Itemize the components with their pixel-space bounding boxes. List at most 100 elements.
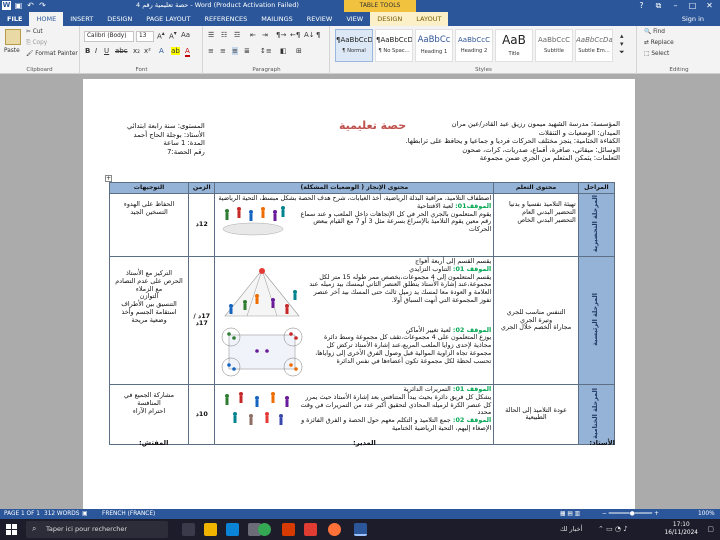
numbering-icon[interactable]: ☷ <box>221 31 227 39</box>
tab-home[interactable]: HOME <box>29 12 64 26</box>
tab-design[interactable]: DESIGN <box>100 12 139 26</box>
table-move-handle-icon[interactable]: + <box>105 175 112 182</box>
borders-icon[interactable]: ⊞ <box>296 47 302 55</box>
close-icon[interactable]: ✕ <box>701 0 718 12</box>
table-row: المرحلة الختامية عودة التلاميذ إلى الحال… <box>108 383 616 445</box>
line-spacing-icon[interactable]: ↕≡ <box>260 47 272 55</box>
tab-table-design[interactable]: DESIGN <box>370 12 410 26</box>
language-status[interactable]: FRENCH (FRANCE) <box>102 509 155 519</box>
situation-title: التمريرات الدائرية <box>403 384 453 393</box>
increase-indent-icon[interactable]: ⇥ <box>262 31 268 39</box>
tab-insert[interactable]: INSERT <box>63 12 100 26</box>
zoom-level[interactable]: 100% <box>698 509 715 519</box>
file-explorer-icon[interactable] <box>204 523 217 536</box>
powerpoint-icon[interactable] <box>282 523 295 536</box>
view-buttons[interactable]: ▦ ▤ ▥ <box>560 509 580 519</box>
document-page[interactable]: المؤسسة: مدرسة الشهيد ميمون رزيق عبد الق… <box>83 79 635 509</box>
domain-line: الميدان: الوضعيات و التنقلات <box>538 128 620 137</box>
style-name: ¶ Normal <box>342 48 366 54</box>
multilevel-list-icon[interactable]: ☲ <box>234 31 240 39</box>
format-painter-label: Format Painter <box>35 51 78 57</box>
undo-icon[interactable]: ↶ <box>26 1 35 10</box>
phase-label: المرحلة الرئيسية <box>591 292 600 346</box>
illustration-corners <box>217 327 307 380</box>
minimize-icon[interactable]: – <box>667 0 684 12</box>
bullets-icon[interactable]: ☰ <box>208 31 214 39</box>
strikethrough-icon[interactable]: abc <box>115 47 128 55</box>
tab-view[interactable]: VIEW <box>339 12 370 26</box>
shrink-font-icon[interactable]: A▾ <box>169 31 177 40</box>
show-marks-icon[interactable]: ¶ <box>316 31 320 39</box>
shading-icon[interactable]: ◧ <box>280 47 287 55</box>
redo-icon[interactable]: ↷ <box>38 1 47 10</box>
save-icon[interactable]: ▣ <box>14 1 23 10</box>
subscript-icon[interactable]: x₂ <box>133 47 140 55</box>
start-icon[interactable] <box>6 524 17 535</box>
style-no-spacing[interactable]: ¶AaBbCcDc ¶ No Spac... <box>375 29 413 62</box>
taskbar-search-input[interactable]: Taper ici pour rechercher <box>26 521 168 538</box>
rtl-icon[interactable]: ←¶ <box>290 31 300 39</box>
paste-button[interactable]: Paste <box>4 48 20 54</box>
copy-button[interactable]: ⎘ Copy <box>26 40 47 47</box>
edge-icon[interactable] <box>226 523 239 536</box>
word-taskbar-icon[interactable] <box>354 523 367 536</box>
font-color-icon[interactable]: A <box>185 47 190 57</box>
paste-icon[interactable] <box>5 29 21 45</box>
word-count[interactable]: 312 WORDS <box>44 509 79 519</box>
ltr-icon[interactable]: ¶→ <box>276 31 286 39</box>
help-icon[interactable]: ? <box>633 0 650 12</box>
learning-cell: تهيئة التلاميذ نفسيا و بدنيا التحضير الب… <box>493 193 579 257</box>
italic-icon[interactable]: I <box>95 47 97 55</box>
align-left-icon[interactable]: ≡ <box>208 47 214 55</box>
ribbon-display-icon[interactable]: ⧉ <box>650 0 667 12</box>
style-subtitle[interactable]: AaBbCcC Subtitle <box>535 29 573 62</box>
align-right-icon[interactable]: ≡ <box>232 47 238 55</box>
underline-icon[interactable]: U <box>104 47 109 55</box>
justify-icon[interactable]: ≣ <box>244 47 250 55</box>
zoom-slider[interactable]: − ━━━━━━●━━━━━ + <box>602 509 659 519</box>
tab-table-layout[interactable]: LAYOUT <box>409 12 449 26</box>
signature-teacher: الأستاذ: <box>589 439 615 447</box>
tray-icons[interactable]: ⌃ ▭ ◔ ♪ <box>598 525 628 533</box>
style-heading-1[interactable]: AaBbCc Heading 1 <box>415 29 453 62</box>
select-button[interactable]: ⬚ Select <box>644 51 669 57</box>
style-normal[interactable]: ¶AaBbCcDc ¶ Normal <box>335 29 373 62</box>
sign-in-link[interactable]: Sign in <box>682 12 704 26</box>
decrease-indent-icon[interactable]: ⇤ <box>250 31 256 39</box>
grow-font-icon[interactable]: A▴ <box>157 31 165 40</box>
app-icon[interactable] <box>304 523 317 536</box>
style-heading-2[interactable]: AaBbCcC Heading 2 <box>455 29 493 62</box>
replace-button[interactable]: ⇄ Replace <box>644 40 674 46</box>
select-label: Select <box>651 51 670 57</box>
style-title[interactable]: AaB Title <box>495 29 533 62</box>
tab-file[interactable]: FILE <box>0 12 30 26</box>
proofing-icon[interactable]: ▣ <box>82 509 87 519</box>
superscript-icon[interactable]: x² <box>144 47 151 55</box>
change-case-icon[interactable]: Aa <box>181 31 190 39</box>
page-count[interactable]: PAGE 1 OF 1 <box>4 509 40 519</box>
maximize-icon[interactable]: □ <box>684 0 701 12</box>
bold-icon[interactable]: B <box>85 47 90 55</box>
style-subtle-emphasis[interactable]: AaBbCcDa Subtle Em... <box>575 29 613 62</box>
chrome-icon[interactable] <box>258 523 271 536</box>
format-painter-button[interactable]: 🖌 Format Painter <box>26 51 78 57</box>
notification-icon[interactable]: ▢ <box>707 525 714 533</box>
tab-references[interactable]: REFERENCES <box>198 12 255 26</box>
sort-icon[interactable]: A↓ <box>304 31 315 39</box>
news-widget[interactable]: أخبار لك <box>560 525 582 533</box>
font-size-select[interactable]: 13 <box>136 31 154 42</box>
tab-page-layout[interactable]: PAGE LAYOUT <box>139 12 197 26</box>
align-center-icon[interactable]: ≡ <box>220 47 226 55</box>
styles-scroll-icon[interactable]: ▴ ▾ ⏷ <box>619 32 625 57</box>
firefox-icon[interactable] <box>328 523 341 536</box>
tab-review[interactable]: REVIEW <box>300 12 340 26</box>
highlight-icon[interactable]: ab <box>171 47 180 55</box>
tab-mailings[interactable]: MAILINGS <box>254 12 300 26</box>
cut-button[interactable]: ✂ Cut <box>26 29 43 35</box>
styles-group: ¶AaBbCcDc¶ Normal ¶AaBbCcDc¶ No Spac... … <box>331 26 637 74</box>
font-name-select[interactable]: Calibri (Body) <box>84 31 134 42</box>
text-effects-icon[interactable]: A <box>159 47 164 55</box>
taskbar-clock[interactable]: 17:10 16/11/2024 <box>665 522 698 537</box>
find-button[interactable]: 🔍 Find <box>644 29 665 35</box>
task-view-icon[interactable] <box>182 523 195 536</box>
